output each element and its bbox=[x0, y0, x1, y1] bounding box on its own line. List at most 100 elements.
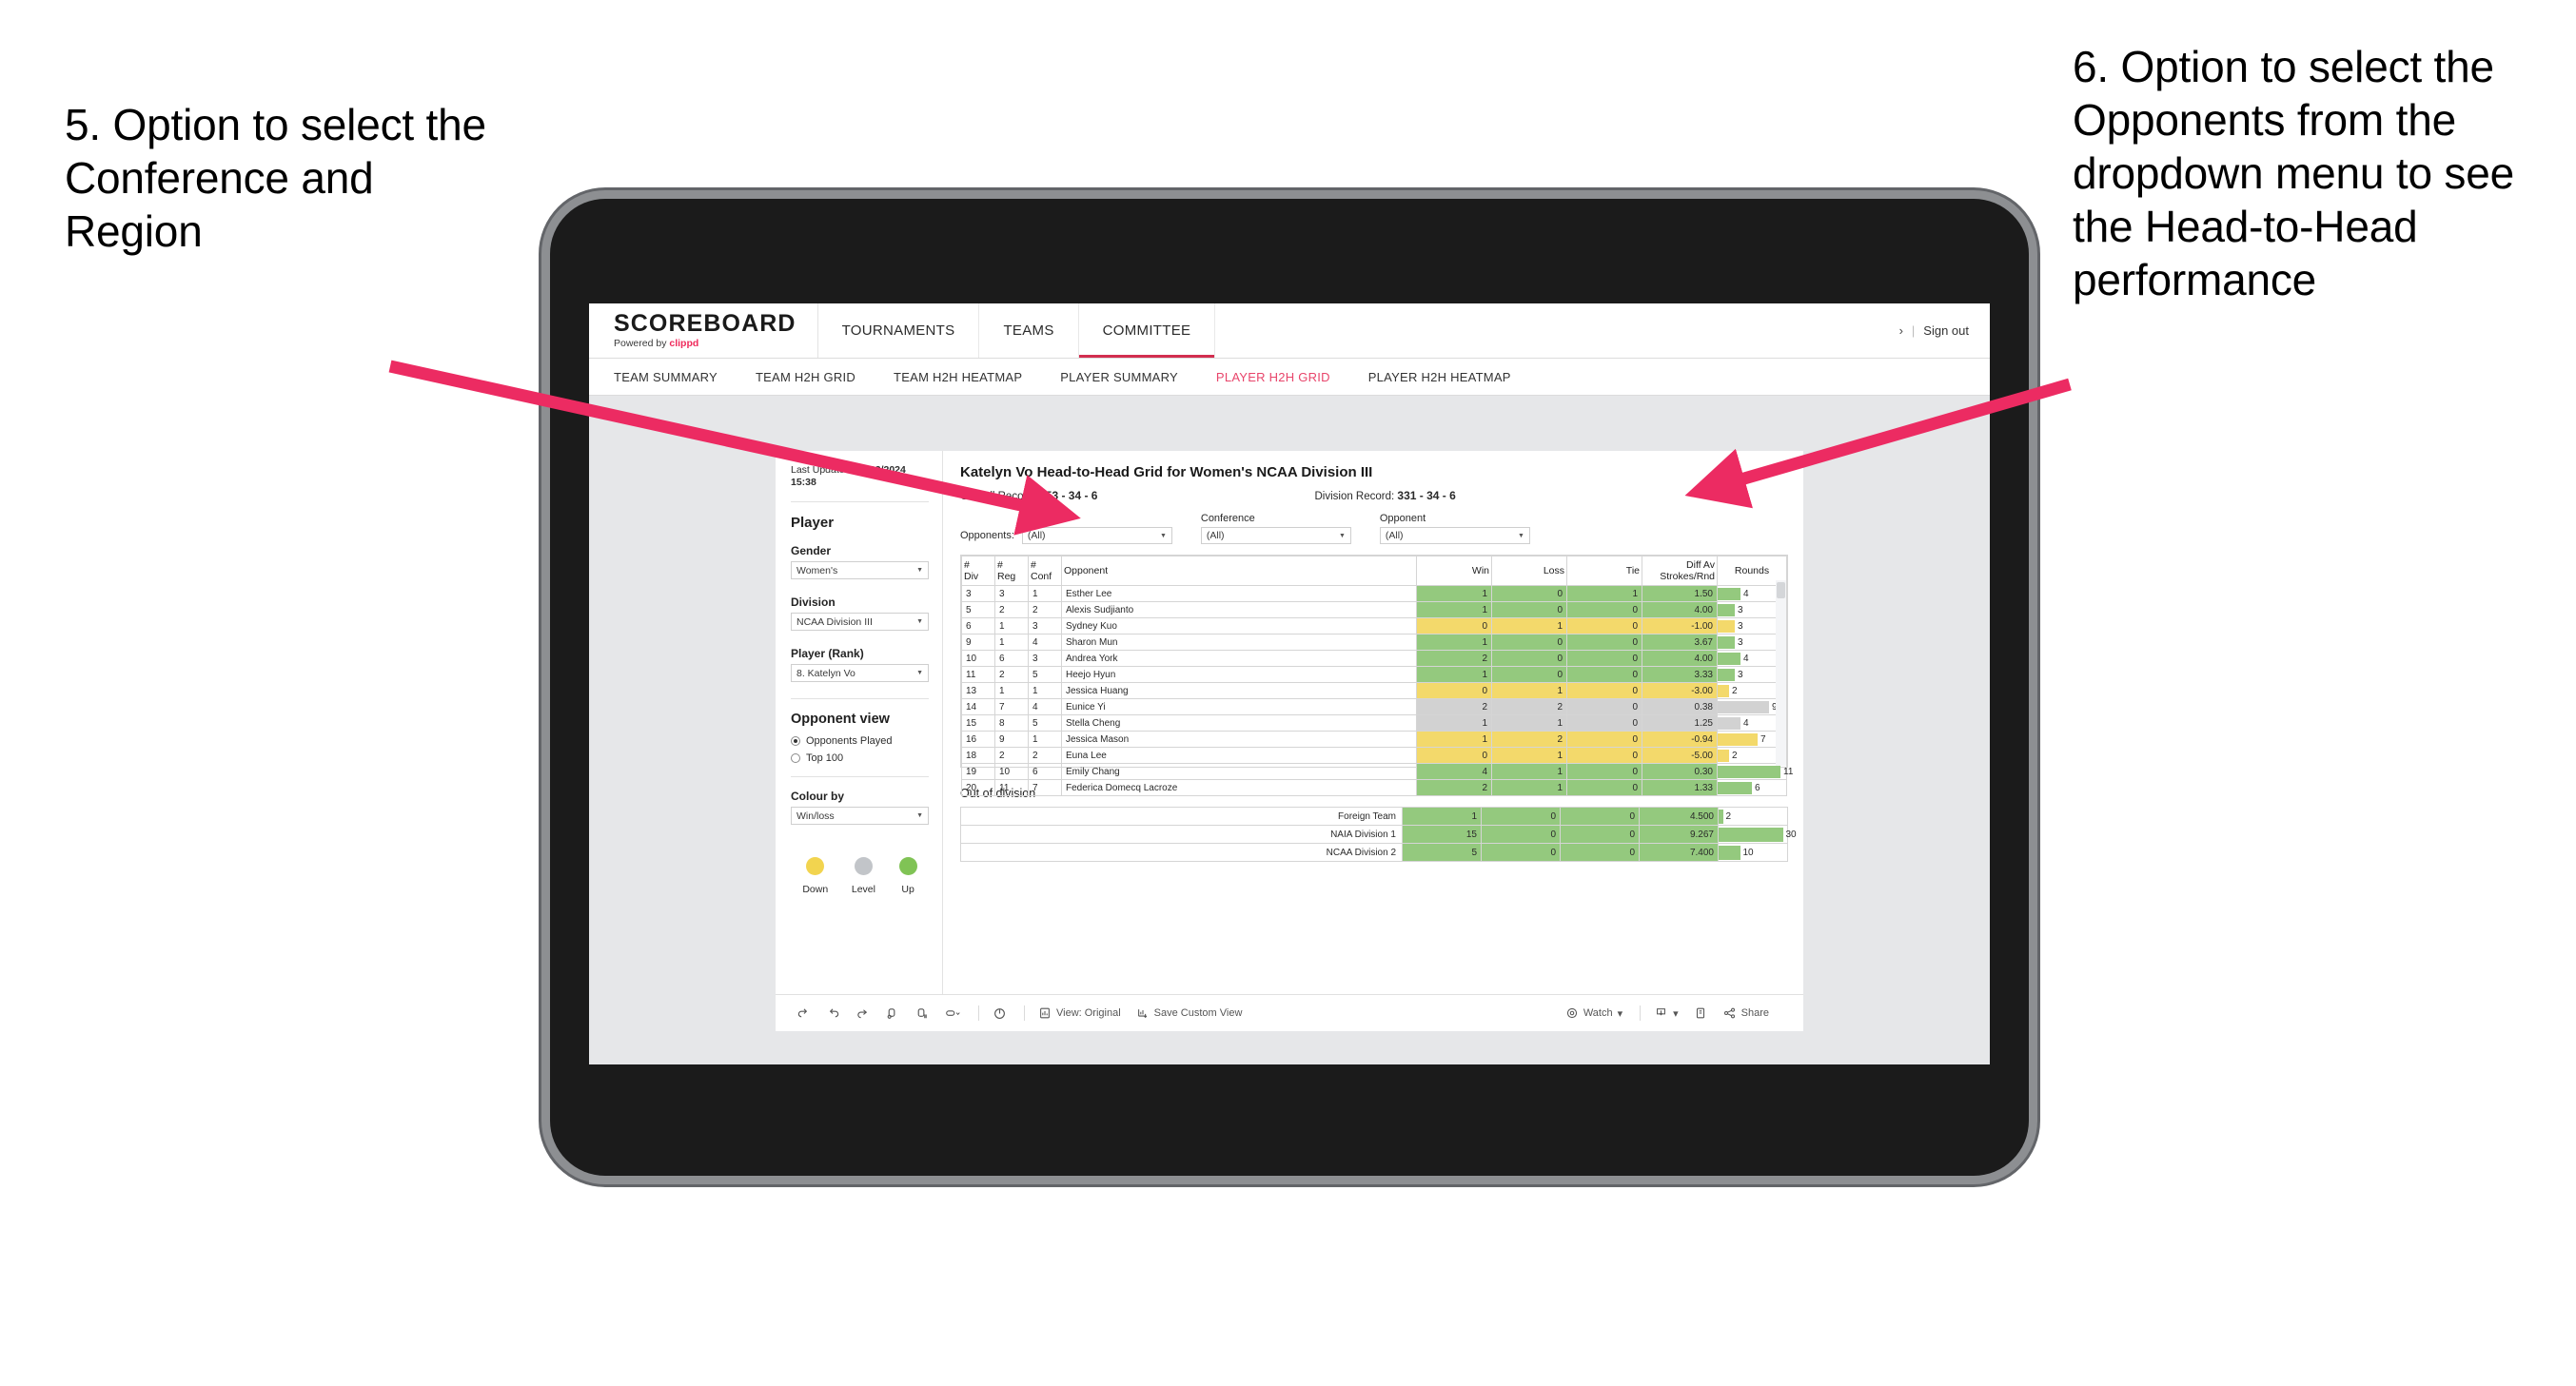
nav-item-tournaments[interactable]: TOURNAMENTS bbox=[818, 303, 980, 358]
cell-tie: 0 bbox=[1566, 779, 1642, 797]
tablet-device-frame: SCOREBOARD Powered by clippd TOURNAMENTS… bbox=[550, 199, 2029, 1176]
table-row[interactable]: 14 7 4 Eunice Yi 2 2 0 0.38 9 bbox=[961, 698, 1787, 716]
player-rank-value: 8. Katelyn Vo bbox=[796, 667, 855, 679]
cell-conf: 7 bbox=[1028, 779, 1062, 797]
presentation-button[interactable] bbox=[944, 1006, 961, 1021]
brand-name: SCOREBOARD bbox=[614, 310, 796, 338]
subnav-team-summary[interactable]: TEAM SUMMARY bbox=[614, 370, 738, 384]
col-tie: Tie bbox=[1566, 555, 1642, 587]
sign-out-link[interactable]: Sign out bbox=[1923, 323, 1969, 338]
table-row[interactable]: 10 6 3 Andrea York 2 0 0 4.00 4 bbox=[961, 650, 1787, 668]
redo-button[interactable] bbox=[826, 1006, 840, 1021]
division-record-value: 331 - 34 - 6 bbox=[1397, 489, 1456, 502]
visualization-body: Last Updated: 27/03/2024 15:38 Player Ge… bbox=[776, 451, 1803, 994]
subnav-team-h2h-grid[interactable]: TEAM H2H GRID bbox=[756, 370, 876, 384]
cell-win: 1 bbox=[1416, 714, 1492, 732]
subnav-team-h2h-heatmap[interactable]: TEAM H2H HEATMAP bbox=[894, 370, 1043, 384]
filter-group-opponent: Opponent (All) ▼ bbox=[1379, 513, 1530, 544]
table-row[interactable]: 6 1 3 Sydney Kuo 0 1 0 -1.00 3 bbox=[961, 617, 1787, 635]
region-select[interactable]: (All) ▼ bbox=[1021, 527, 1172, 544]
out-of-division-table: Foreign Team 1 0 0 4.500 2 NAIA Division 1 15 0 0… bbox=[960, 807, 1797, 862]
watch-label: Watch bbox=[1583, 1007, 1613, 1019]
table-row[interactable]: 16 9 1 Jessica Mason 1 2 0 -0.94 7 bbox=[961, 731, 1787, 749]
cell-reg: 2 bbox=[994, 747, 1029, 765]
division-select[interactable]: NCAA Division III ▼ bbox=[791, 613, 929, 632]
pause-button[interactable] bbox=[914, 1006, 929, 1021]
undo-button[interactable] bbox=[796, 1006, 811, 1021]
cell-loss: 1 bbox=[1491, 779, 1567, 797]
save-custom-view-button[interactable]: Save Custom View bbox=[1136, 1006, 1242, 1020]
table-row[interactable]: Foreign Team 1 0 0 4.500 2 bbox=[960, 807, 1788, 826]
radio-top-100[interactable]: Top 100 bbox=[791, 752, 929, 764]
legend-label-level: Level bbox=[851, 884, 875, 896]
watch-button[interactable]: Watch ▾ bbox=[1565, 1006, 1622, 1020]
col-conf: # Conf bbox=[1028, 555, 1062, 587]
viz-toolbar: View: Original Save Custom View Watch ▾ bbox=[776, 994, 1803, 1031]
cell-diff: 3.33 bbox=[1642, 666, 1718, 684]
cell-reg: 6 bbox=[994, 650, 1029, 668]
toolbar-divider-1 bbox=[978, 1005, 979, 1021]
pause-refresh-icon[interactable] bbox=[993, 1006, 1007, 1021]
table-row[interactable]: 13 1 1 Jessica Huang 0 1 0 -3.00 2 bbox=[961, 682, 1787, 700]
cell-reg: 1 bbox=[994, 682, 1029, 700]
nav-item-teams[interactable]: TEAMS bbox=[979, 303, 1079, 358]
gender-select[interactable]: Women's ▼ bbox=[791, 561, 929, 580]
cell-loss: 2 bbox=[1491, 698, 1567, 716]
revert-button[interactable] bbox=[855, 1006, 870, 1021]
cell-conf: 5 bbox=[1028, 714, 1062, 732]
cell-win: 2 bbox=[1416, 698, 1492, 716]
table-scrollbar-thumb[interactable] bbox=[1777, 582, 1785, 598]
cell-win: 2 bbox=[1416, 650, 1492, 668]
opponent-select[interactable]: (All) ▼ bbox=[1379, 527, 1530, 544]
cell-conf: 1 bbox=[1028, 682, 1062, 700]
chevron-down-icon: ▾ bbox=[1617, 1007, 1623, 1020]
overall-record-value: 353 - 34 - 6 bbox=[1039, 489, 1098, 502]
brand-logo[interactable]: SCOREBOARD Powered by clippd bbox=[589, 303, 818, 358]
fullscreen-button[interactable] bbox=[1694, 1006, 1707, 1020]
view-original-button[interactable]: View: Original bbox=[1038, 1006, 1121, 1020]
download-button[interactable]: ▾ bbox=[1654, 1006, 1679, 1020]
subnav-player-h2h-grid[interactable]: PLAYER H2H GRID bbox=[1216, 370, 1351, 384]
table-row[interactable]: 19 10 6 Emily Chang 4 1 0 0.30 11 bbox=[961, 763, 1793, 781]
conference-select[interactable]: (All) ▼ bbox=[1200, 527, 1351, 544]
table-row[interactable]: 18 2 2 Euna Lee 0 1 0 -5.00 2 bbox=[961, 747, 1787, 765]
player-rank-select[interactable]: 8. Katelyn Vo ▼ bbox=[791, 664, 929, 683]
cell-loss: 0 bbox=[1491, 585, 1567, 603]
dashboard-canvas: Last Updated: 27/03/2024 15:38 Player Ge… bbox=[589, 396, 1990, 1064]
brand-subtitle: Powered by clippd bbox=[614, 339, 796, 349]
table-row[interactable]: 20 11 7 Federica Domecq Lacroze 2 1 0 1.33 6 bbox=[961, 779, 1787, 797]
cell-div: 5 bbox=[961, 601, 995, 619]
cell-diff: 1.33 bbox=[1642, 779, 1718, 797]
cell-div: 10 bbox=[961, 650, 995, 668]
table-row[interactable]: NAIA Division 1 15 0 0 9.267 30 bbox=[960, 825, 1797, 844]
cell-conf: 1 bbox=[1028, 585, 1062, 603]
table-row[interactable]: 3 3 1 Esther Lee 1 0 1 1.50 4 bbox=[961, 585, 1787, 603]
table-row[interactable]: 11 2 5 Heejo Hyun 1 0 0 3.33 3 bbox=[961, 666, 1787, 684]
cell-div: 3 bbox=[961, 585, 995, 603]
nav-item-committee[interactable]: COMMITTEE bbox=[1078, 303, 1216, 358]
colour-by-select[interactable]: Win/loss ▼ bbox=[791, 807, 929, 826]
table-row[interactable]: NCAA Division 2 5 0 0 7.400 10 bbox=[960, 843, 1788, 862]
cell-ood-name: Foreign Team bbox=[960, 807, 1403, 826]
table-row[interactable]: 15 8 5 Stella Cheng 1 1 0 1.25 4 bbox=[961, 714, 1787, 732]
cell-tie: 0 bbox=[1566, 650, 1642, 668]
tablet-screen: SCOREBOARD Powered by clippd TOURNAMENTS… bbox=[589, 303, 1990, 1064]
subnav-player-summary[interactable]: PLAYER SUMMARY bbox=[1060, 370, 1199, 384]
radio-opponents-played[interactable]: Opponents Played bbox=[791, 735, 929, 747]
gender-value: Women's bbox=[796, 564, 838, 576]
last-updated-value: 27/03/2024 bbox=[855, 464, 906, 476]
table-row[interactable]: 9 1 4 Sharon Mun 1 0 0 3.67 3 bbox=[961, 634, 1787, 652]
overall-record: Overall Record: 353 - 34 - 6 bbox=[960, 489, 1097, 502]
annotation-left-text: 5. Option to select the Conference and R… bbox=[65, 100, 486, 257]
share-button[interactable]: Share bbox=[1722, 1006, 1769, 1020]
cell-reg: 2 bbox=[994, 601, 1029, 619]
cell-conf: 6 bbox=[1028, 763, 1062, 781]
subnav-player-h2h-heatmap[interactable]: PLAYER H2H HEATMAP bbox=[1368, 370, 1532, 384]
table-scrollbar[interactable] bbox=[1776, 580, 1786, 766]
refresh-button[interactable] bbox=[885, 1006, 899, 1021]
chevron-right-icon[interactable]: › bbox=[1899, 323, 1903, 338]
cell-opponent: Jessica Huang bbox=[1061, 682, 1417, 700]
table-row[interactable]: 5 2 2 Alexis Sudjianto 1 0 0 4.00 3 bbox=[961, 601, 1787, 619]
cell-loss: 0 bbox=[1491, 666, 1567, 684]
cell-diff: 0.38 bbox=[1642, 698, 1718, 716]
